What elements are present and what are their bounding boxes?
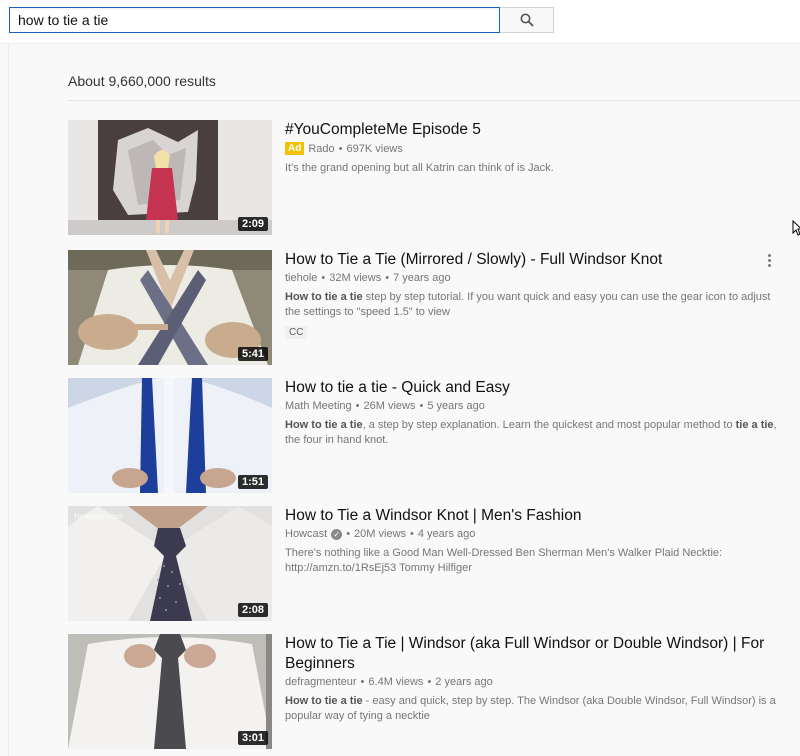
search-icon: [520, 13, 534, 27]
verified-check-icon: ✓: [331, 528, 343, 540]
video-title[interactable]: How to Tie a Windsor Knot | Men's Fashio…: [285, 506, 785, 526]
search-result[interactable]: 1:51 How to tie a tie - Quick and Easy M…: [68, 378, 788, 493]
video-description: How to tie a tie, a step by step explana…: [285, 418, 785, 448]
meta-separator: •: [355, 400, 360, 412]
search-button[interactable]: [500, 7, 554, 33]
meta-separator: •: [410, 528, 414, 540]
view-count: 6.4M views: [368, 676, 424, 688]
result-info: How to tie a tie - Quick and Easy Math M…: [285, 378, 785, 448]
desc-highlight: How to tie a tie: [285, 695, 363, 707]
result-info: #YouCompleteMe Episode 5 Ad Rado • 697K …: [285, 120, 785, 176]
channel-name[interactable]: tiehole: [285, 272, 317, 284]
video-meta: defragmenteur • 6.4M views • 2 years ago: [285, 676, 785, 688]
upload-age: 7 years ago: [393, 272, 451, 284]
video-meta: Howcast ✓ • 20M views • 4 years ago: [285, 528, 785, 540]
video-thumbnail[interactable]: 3:01: [68, 634, 272, 749]
video-thumbnail[interactable]: 2:09: [68, 120, 272, 235]
results-count: About 9,660,000 results: [68, 73, 216, 89]
video-description: It's the grand opening but all Katrin ca…: [285, 162, 554, 174]
result-info: How to Tie a Tie | Windsor (aka Full Win…: [285, 634, 785, 724]
view-count: 697K views: [346, 142, 403, 155]
top-bar: [0, 0, 800, 44]
more-vert-icon[interactable]: [764, 250, 774, 270]
mouse-cursor-icon: [792, 220, 800, 236]
upload-age: 2 years ago: [435, 676, 493, 688]
video-duration: 5:41: [237, 347, 268, 361]
channel-name[interactable]: Math Meeting: [285, 400, 352, 412]
cc-badge: CC: [285, 326, 308, 339]
channel-name[interactable]: Howcast: [285, 528, 327, 540]
desc-highlight: tie a tie: [735, 419, 774, 431]
search-box[interactable]: [9, 7, 500, 33]
view-count: 20M views: [354, 528, 407, 540]
thumbnail-watermark: Howcast.com: [74, 512, 123, 521]
video-meta: Ad Rado • 697K views: [285, 142, 785, 155]
result-info: How to Tie a Windsor Knot | Men's Fashio…: [285, 506, 785, 576]
meta-separator: •: [338, 142, 343, 155]
desc-text: , a step by step explanation. Learn the …: [362, 419, 736, 431]
search-result[interactable]: 5:41 How to Tie a Tie (Mirrored / Slowly…: [68, 250, 788, 365]
video-meta: tiehole • 32M views • 7 years ago: [285, 272, 785, 284]
search-result[interactable]: Howcast.com 2:08 How to Tie a Windsor Kn…: [68, 506, 788, 621]
video-title[interactable]: #YouCompleteMe Episode 5: [285, 120, 785, 140]
search-input[interactable]: [10, 8, 499, 32]
video-description: How to tie a tie - easy and quick, step …: [285, 694, 785, 724]
video-title[interactable]: How to tie a tie - Quick and Easy: [285, 378, 785, 398]
video-duration: 2:09: [237, 217, 268, 231]
video-title[interactable]: How to Tie a Tie (Mirrored / Slowly) - F…: [285, 250, 785, 270]
desc-highlight: How to tie a tie: [285, 291, 363, 303]
video-title[interactable]: How to Tie a Tie | Windsor (aka Full Win…: [285, 634, 785, 674]
left-rail: [0, 44, 9, 756]
video-thumbnail[interactable]: Howcast.com 2:08: [68, 506, 272, 621]
meta-separator: •: [346, 528, 351, 540]
video-thumbnail[interactable]: 5:41: [68, 250, 272, 365]
video-duration: 2:08: [237, 603, 268, 617]
meta-separator: •: [419, 400, 424, 412]
video-description: How to tie a tie step by step tutorial. …: [285, 290, 785, 320]
video-meta: Math Meeting • 26M views • 5 years ago: [285, 400, 785, 412]
search-result[interactable]: 3:01 How to Tie a Tie | Windsor (aka Ful…: [68, 634, 788, 756]
meta-separator: •: [427, 676, 432, 688]
channel-name[interactable]: defragmenteur: [285, 676, 357, 688]
meta-separator: •: [360, 676, 365, 688]
upload-age: 4 years ago: [417, 528, 476, 540]
search-result-ad[interactable]: 2:09 #YouCompleteMe Episode 5 Ad Rado • …: [68, 120, 788, 235]
meta-separator: •: [385, 272, 390, 284]
meta-separator: •: [321, 272, 326, 284]
video-thumbnail[interactable]: 1:51: [68, 378, 272, 493]
video-duration: 3:01: [237, 731, 268, 745]
channel-name[interactable]: Rado: [308, 143, 334, 155]
view-count: 32M views: [329, 272, 382, 284]
view-count: 26M views: [363, 400, 416, 412]
result-info: How to Tie a Tie (Mirrored / Slowly) - F…: [285, 250, 785, 340]
video-duration: 1:51: [237, 475, 268, 489]
upload-age: 5 years ago: [427, 400, 485, 412]
results-divider: [68, 100, 800, 101]
desc-highlight: How to tie a tie: [285, 419, 363, 431]
ad-badge: Ad: [285, 142, 305, 155]
video-description: There's nothing like a Good Man Well-Dre…: [285, 547, 723, 574]
